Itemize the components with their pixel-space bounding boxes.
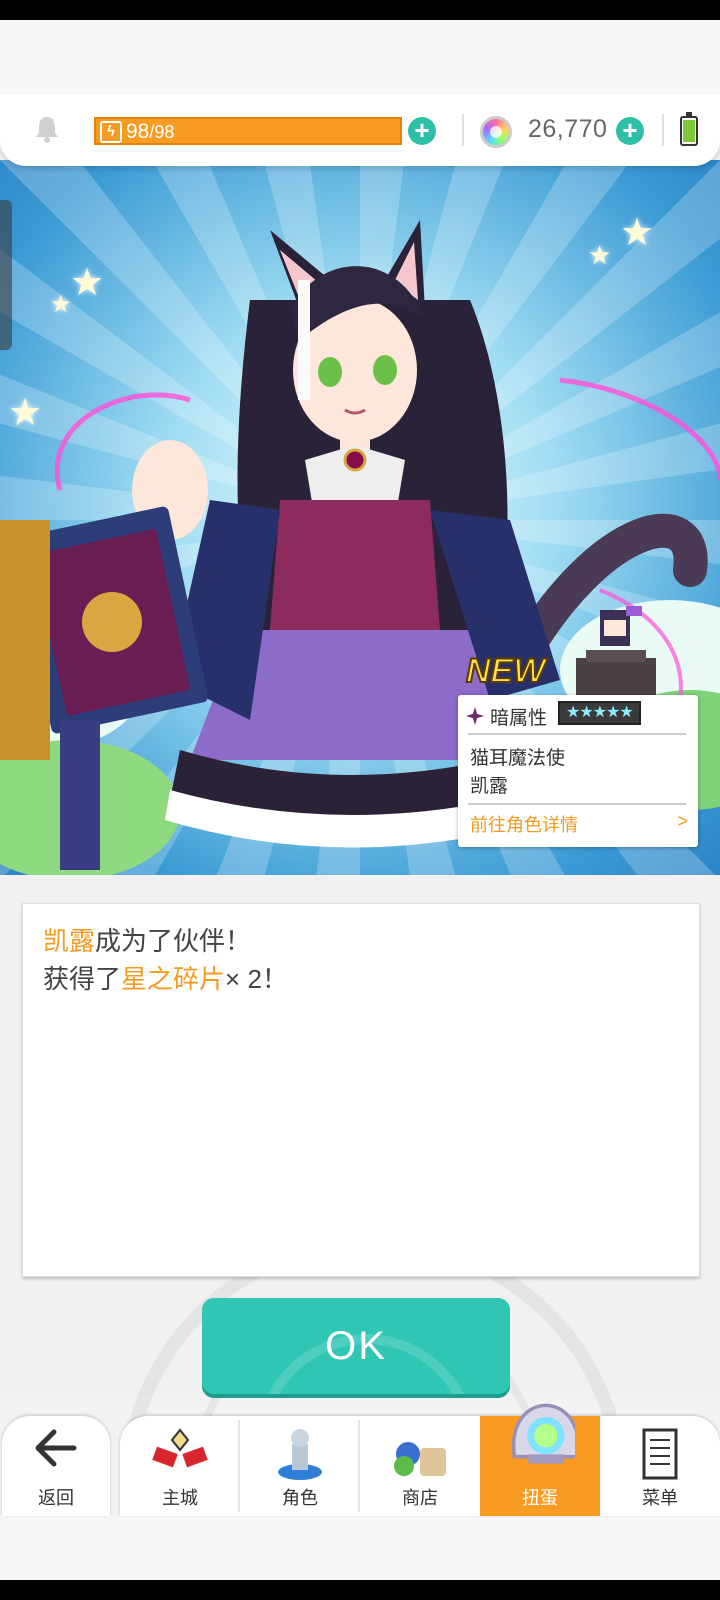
nav-label: 扭蛋	[522, 1488, 558, 1508]
divider	[662, 114, 664, 146]
nav-label: 商店	[402, 1488, 438, 1508]
add-jewel-button[interactable]: +	[616, 117, 644, 145]
result-message-panel: 凯露成为了伙伴！ 获得了星之碎片× 2！	[22, 903, 700, 1277]
jewel-count: 26,770	[528, 115, 608, 143]
rarity-stars: ★★★★★	[558, 701, 641, 725]
jewel-icon	[480, 116, 512, 148]
lightning-icon: ϟ	[100, 121, 122, 143]
ok-button[interactable]: OK	[202, 1298, 510, 1394]
gacha-result-screen: ϟ 98/98 + 26,770 + ★ ★ ★ ★ ★ NEW 暗属性 ★★★…	[0, 0, 720, 1600]
new-badge: NEW	[465, 651, 546, 691]
nav-label: 菜单	[642, 1488, 678, 1508]
chevron-right-icon[interactable]: >	[677, 811, 688, 832]
back-button[interactable]: 返回	[2, 1416, 110, 1516]
divider	[468, 803, 686, 805]
character-info-card: 暗属性 ★★★★★ 猫耳魔法使 凯露 前往角色详情 >	[458, 695, 698, 847]
nav-label: 主城	[162, 1488, 198, 1508]
castle-icon	[152, 1428, 208, 1468]
bottom-navigation: 返回 主城 角色 商店 扭蛋 菜单	[0, 1403, 720, 1516]
arrow-left-icon	[35, 1429, 77, 1467]
message-line-1: 凯露成为了伙伴！	[43, 926, 252, 956]
system-nav-area	[0, 1516, 720, 1580]
battery-icon	[680, 112, 698, 146]
system-bottom-bar	[0, 1580, 720, 1600]
character-icon	[278, 1429, 322, 1480]
top-spacer	[0, 20, 720, 100]
stamina-value: 98/98	[126, 120, 175, 143]
dark-attribute-icon	[466, 707, 484, 725]
nav-item-castle[interactable]: 主城	[120, 1416, 240, 1516]
divider	[468, 733, 686, 735]
main-nav-group: 主城 角色 商店 扭蛋 菜单	[120, 1403, 720, 1516]
resource-bar: ϟ 98/98 + 26,770 +	[0, 94, 720, 166]
nav-item-characters[interactable]: 角色	[240, 1416, 360, 1516]
stamina-bar: ϟ 98/98	[94, 117, 402, 145]
nav-item-menu[interactable]: 菜单	[600, 1416, 720, 1516]
back-label: 返回	[38, 1488, 74, 1508]
gacha-crystal-icon	[511, 1403, 575, 1464]
bell-icon[interactable]	[32, 114, 62, 144]
add-stamina-button[interactable]: +	[408, 117, 436, 145]
side-drawer-handle[interactable]	[0, 200, 12, 350]
message-line-2: 获得了星之碎片× 2！	[43, 964, 288, 994]
divider	[462, 114, 464, 146]
nav-item-gacha[interactable]: 扭蛋	[480, 1403, 600, 1516]
nav-item-shop[interactable]: 商店	[360, 1416, 480, 1516]
shop-bag-icon	[394, 1442, 446, 1476]
character-title: 猫耳魔法使	[470, 748, 566, 769]
menu-list-icon	[642, 1428, 678, 1480]
nav-label: 角色	[282, 1488, 318, 1508]
system-top-bar	[0, 0, 720, 20]
character-detail-link[interactable]: 前往角色详情	[470, 811, 578, 837]
character-name: 凯露	[470, 776, 509, 797]
attribute-label: 暗属性	[490, 708, 548, 729]
